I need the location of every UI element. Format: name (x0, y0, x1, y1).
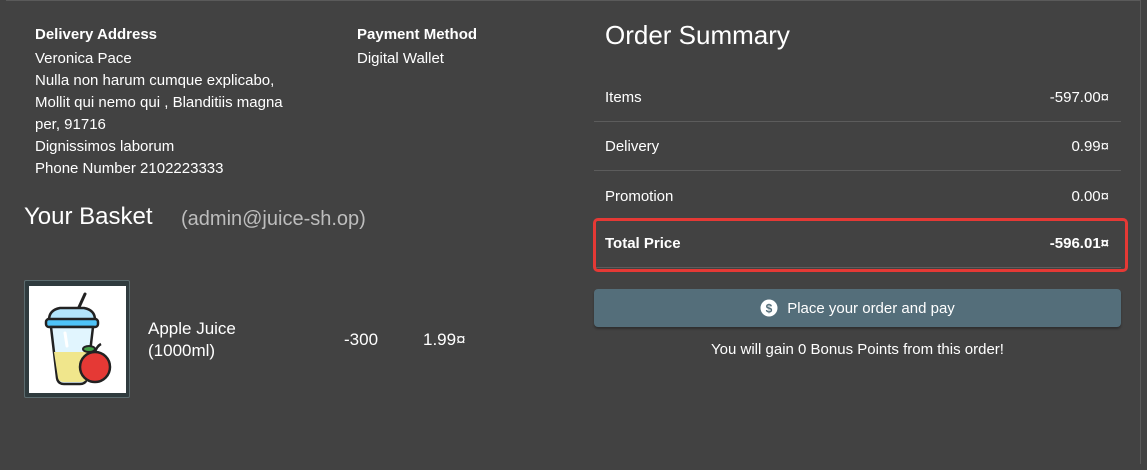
basket-item-name: Apple Juice (1000ml) (148, 319, 236, 360)
delivery-address: Delivery Address Veronica Pace Nulla non… (35, 26, 325, 180)
bonus-points-text: You will gain 0 Bonus Points from this o… (711, 341, 1004, 358)
basket-user-email: (admin@juice-sh.op) (181, 208, 366, 230)
payment-method-title: Payment Method (357, 26, 478, 43)
order-summary-title: Order Summary (605, 20, 790, 50)
summary-promotion-value: 0.00¤ (1071, 188, 1109, 205)
basket-title: Your Basket (24, 203, 153, 230)
delivery-line-2: Mollit qui nemo qui , Blanditiis magna (35, 94, 283, 111)
order-summary-page: Delivery Address Veronica Pace Nulla non… (0, 0, 1147, 470)
delivery-name: Veronica Pace (35, 50, 132, 67)
delivery-phone: Phone Number 2102223333 (35, 160, 224, 177)
basket-item-price: 1.99¤ (423, 330, 466, 349)
dollar-circle-icon: $ (760, 299, 778, 317)
delivery-line-1: Nulla non harum cumque explicabo, (35, 72, 275, 89)
summary-row-delivery: Delivery 0.99¤ (594, 123, 1121, 171)
product-image (24, 280, 130, 398)
summary-promotion-label: Promotion (605, 188, 674, 205)
summary-row-items: Items -597.00¤ (594, 74, 1121, 122)
delivery-address-title: Delivery Address (35, 26, 158, 43)
delivery-line-3: per, 91716 (35, 116, 106, 133)
place-order-label: Place your order and pay (787, 299, 955, 317)
summary-items-label: Items (605, 89, 642, 106)
delivery-line-4: Dignissimos laborum (35, 138, 175, 155)
basket-item-quantity: -300 (344, 330, 379, 349)
payment-method-value: Digital Wallet (357, 50, 444, 67)
apple-juice-icon (44, 292, 112, 386)
payment-method: Payment Method Digital Wallet (357, 26, 557, 70)
summary-items-value: -597.00¤ (1049, 89, 1109, 106)
summary-delivery-label: Delivery (605, 138, 660, 155)
summary-delivery-value: 0.99¤ (1071, 138, 1109, 155)
total-price-highlight (593, 218, 1128, 272)
summary-row-promotion: Promotion 0.00¤ (594, 173, 1121, 221)
place-order-button[interactable]: $ Place your order and pay (594, 289, 1121, 327)
svg-text:$: $ (766, 301, 773, 315)
